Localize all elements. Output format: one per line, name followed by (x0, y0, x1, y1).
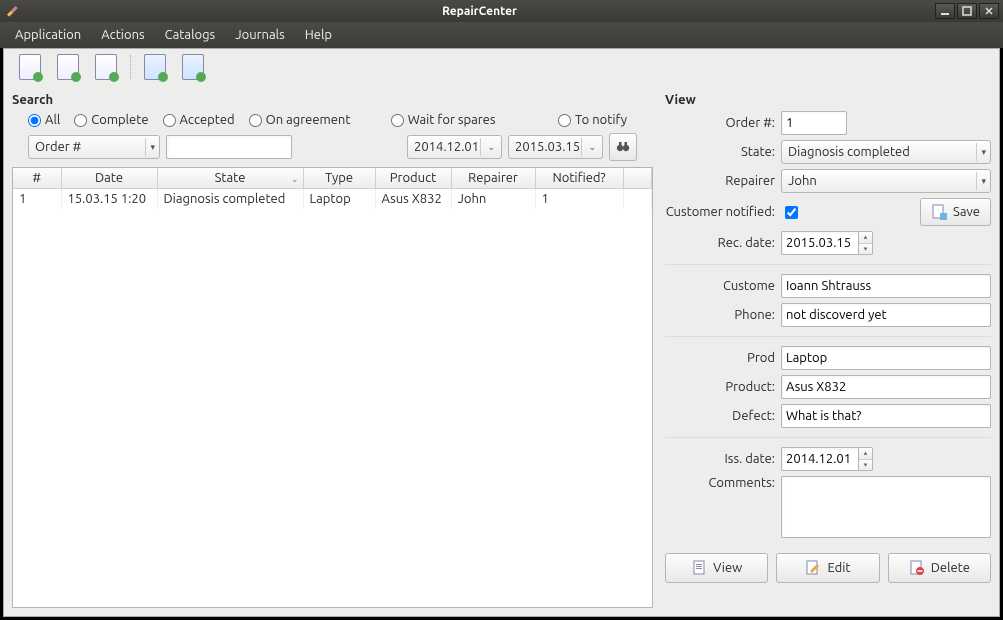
radio-on-agreement[interactable]: On agreement (249, 113, 351, 127)
col-state[interactable]: State⌄ (157, 168, 303, 189)
view-title: View (665, 93, 991, 107)
prod-type-label: Prod (665, 351, 777, 365)
notified-checkbox[interactable] (785, 206, 798, 219)
radio-accepted[interactable]: Accepted (163, 113, 235, 127)
edit-button[interactable]: Edit (776, 553, 879, 583)
phone-label: Phone: (665, 308, 777, 322)
col-spacer (623, 168, 652, 189)
state-label: State: (665, 145, 777, 159)
col-num[interactable]: # (13, 168, 61, 189)
defect-input[interactable] (781, 404, 991, 428)
filter-row: Order # ▾ 2014.12.01 ⌄ 2015.03.15 ⌄ (12, 133, 653, 167)
save-button[interactable]: Save (920, 198, 991, 226)
order-no-label: Order #: (665, 116, 777, 130)
comments-input[interactable] (781, 476, 991, 538)
phone-input[interactable] (781, 303, 991, 327)
titlebar: RepairCenter (0, 0, 1003, 22)
menu-application[interactable]: Application (5, 24, 91, 46)
col-product[interactable]: Product (375, 168, 451, 189)
toolbar-separator (130, 55, 131, 79)
tool-refresh-icon[interactable] (179, 53, 207, 81)
filter-radios: All Complete Accepted On agreement Wait … (12, 111, 653, 133)
iss-date-spinner[interactable]: ▴▾ (859, 447, 873, 471)
sort-icon: ⌄ (291, 174, 299, 185)
tool-new-icon[interactable] (16, 53, 44, 81)
table-row[interactable]: 1 15.03.15 1:20 Diagnosis completed Lapt… (13, 189, 652, 210)
chevron-down-icon: ⌄ (480, 138, 501, 156)
chevron-down-icon: ⌄ (581, 138, 602, 156)
customer-label: Custome (665, 279, 777, 293)
field-select[interactable]: Order # ▾ (28, 135, 160, 159)
save-icon (931, 204, 947, 220)
defect-label: Defect: (665, 409, 777, 423)
product-label: Product: (665, 380, 777, 394)
close-button[interactable] (979, 3, 999, 19)
menu-help[interactable]: Help (295, 24, 342, 46)
state-select[interactable]: Diagnosis completed▾ (781, 140, 991, 164)
app-icon (4, 3, 20, 19)
rec-date-input[interactable] (781, 231, 859, 255)
menubar: Application Actions Catalogs Journals He… (0, 22, 1003, 48)
edit-icon (805, 560, 821, 576)
date-to[interactable]: 2015.03.15 ⌄ (508, 135, 603, 159)
radio-to-notify[interactable]: To notify (558, 113, 627, 127)
search-button[interactable] (609, 133, 637, 161)
rec-date-spinner[interactable]: ▴▾ (859, 231, 873, 255)
binoculars-icon (615, 139, 631, 155)
notified-label: Customer notified: (665, 205, 777, 219)
search-input[interactable] (166, 135, 292, 159)
orders-table[interactable]: # Date State⌄ Type Product Repairer Noti… (12, 167, 653, 608)
order-no-input[interactable] (781, 111, 847, 135)
chevron-down-icon: ▾ (145, 138, 155, 156)
menu-journals[interactable]: Journals (225, 24, 295, 46)
delete-icon (909, 560, 925, 576)
tool-export-icon[interactable] (92, 53, 120, 81)
radio-all[interactable]: All (28, 113, 60, 127)
iss-date-input[interactable] (781, 447, 859, 471)
iss-date-label: Iss. date: (665, 452, 777, 466)
date-from[interactable]: 2014.12.01 ⌄ (407, 135, 502, 159)
prod-type-input[interactable] (781, 346, 991, 370)
menu-actions[interactable]: Actions (91, 24, 154, 46)
window-title: RepairCenter (24, 5, 935, 18)
maximize-button[interactable] (957, 3, 977, 19)
col-notified[interactable]: Notified? (535, 168, 623, 189)
customer-input[interactable] (781, 274, 991, 298)
col-date[interactable]: Date (61, 168, 157, 189)
minimize-button[interactable] (935, 3, 955, 19)
document-icon (691, 560, 707, 576)
view-button[interactable]: View (665, 553, 768, 583)
menu-catalogs[interactable]: Catalogs (155, 24, 226, 46)
col-type[interactable]: Type (303, 168, 375, 189)
repairer-label: Repairer (665, 174, 777, 188)
comments-label: Comments: (665, 476, 777, 490)
radio-complete[interactable]: Complete (74, 113, 148, 127)
col-repairer[interactable]: Repairer (451, 168, 535, 189)
tool-import-icon[interactable] (54, 53, 82, 81)
chevron-down-icon: ▾ (976, 143, 986, 161)
toolbar (4, 49, 999, 85)
tool-sync-icon[interactable] (141, 53, 169, 81)
delete-button[interactable]: Delete (888, 553, 991, 583)
radio-wait-spares[interactable]: Wait for spares (391, 113, 496, 127)
repairer-select[interactable]: John▾ (781, 169, 991, 193)
chevron-down-icon: ▾ (976, 172, 986, 190)
search-title: Search (12, 93, 653, 107)
rec-date-label: Rec. date: (665, 236, 777, 250)
product-input[interactable] (781, 375, 991, 399)
